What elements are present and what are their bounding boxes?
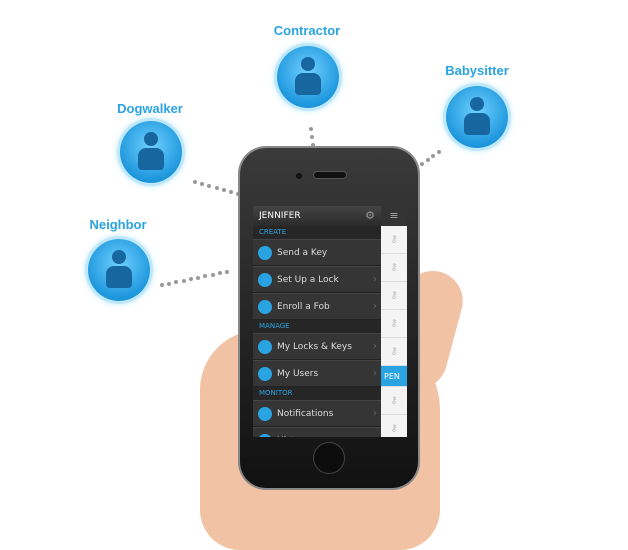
connector-dot bbox=[311, 143, 315, 147]
menu-item[interactable]: Notifications › bbox=[253, 400, 381, 427]
menu-item[interactable]: History › bbox=[253, 427, 381, 437]
key-icon[interactable]: ⚷ bbox=[381, 310, 407, 338]
gear-icon[interactable]: ⚙ bbox=[365, 206, 375, 226]
chevron-right-icon: › bbox=[373, 301, 377, 312]
key-icon[interactable]: ⚷ bbox=[381, 338, 407, 366]
role-label-dogwalker: Dogwalker bbox=[117, 101, 183, 116]
menu-item-label: History bbox=[277, 436, 309, 438]
connector-dot bbox=[225, 270, 229, 274]
connector-dot bbox=[420, 162, 424, 166]
menu-item[interactable]: Send a Key bbox=[253, 239, 381, 266]
contractor-avatar-icon[interactable] bbox=[277, 46, 339, 108]
role-label-babysitter: Babysitter bbox=[445, 63, 509, 78]
connector-dot bbox=[437, 150, 441, 154]
locks-keys-icon bbox=[258, 339, 272, 354]
chevron-right-icon: › bbox=[373, 408, 377, 419]
connector-dot bbox=[160, 283, 164, 287]
section-header: MANAGE bbox=[253, 320, 381, 333]
chevron-right-icon: › bbox=[373, 274, 377, 285]
connector-dot bbox=[203, 274, 208, 279]
connector-dot bbox=[431, 154, 436, 158]
role-label-neighbor: Neighbor bbox=[89, 217, 147, 232]
menu-item-label: My Locks & Keys bbox=[277, 341, 352, 352]
chevron-right-icon: › bbox=[373, 435, 377, 437]
connector-dot bbox=[228, 190, 233, 194]
key-icon bbox=[258, 245, 272, 260]
menu-item[interactable]: Set Up a Lock › bbox=[253, 266, 381, 293]
menu-item-label: My Users bbox=[277, 368, 319, 379]
key-icon[interactable]: ⚷ bbox=[381, 415, 407, 437]
connector-dot bbox=[193, 180, 197, 184]
menu-item[interactable]: My Locks & Keys › bbox=[253, 333, 381, 360]
connector-dot bbox=[425, 158, 430, 162]
connector-dot bbox=[196, 275, 201, 280]
lock-key-icon[interactable]: ⚷ bbox=[381, 226, 407, 254]
lock-icon bbox=[258, 272, 272, 287]
menu-item-label: Notifications bbox=[277, 408, 334, 419]
connector-dot bbox=[207, 184, 212, 188]
babysitter-avatar-icon[interactable] bbox=[446, 86, 508, 148]
app-screen: JENNIFER ⚙ CREATE Send a Key Set Up a Lock… bbox=[253, 206, 407, 437]
connector-dot bbox=[221, 188, 226, 192]
home-button[interactable] bbox=[314, 443, 344, 473]
chevron-right-icon: › bbox=[373, 368, 377, 379]
connector-dot bbox=[217, 271, 222, 276]
connector-dot bbox=[310, 135, 314, 139]
connector-dot bbox=[309, 127, 313, 131]
history-icon bbox=[258, 433, 272, 437]
section-header: MONITOR bbox=[253, 387, 381, 400]
chevron-right-icon: › bbox=[373, 341, 377, 352]
flag-icon bbox=[258, 406, 272, 421]
connector-dot bbox=[200, 182, 205, 186]
menu-item[interactable]: Enroll a Fob › bbox=[253, 293, 381, 320]
menu-item-label: Enroll a Fob bbox=[277, 301, 330, 312]
neighbor-avatar-icon[interactable] bbox=[88, 239, 150, 301]
hamburger-menu-icon[interactable]: ≡ bbox=[381, 206, 407, 226]
role-label-contractor: Contractor bbox=[273, 23, 341, 38]
fob-icon bbox=[258, 299, 272, 314]
connector-dot bbox=[181, 278, 186, 283]
connector-dot bbox=[167, 281, 172, 286]
lock-key-icon[interactable]: ⚷ bbox=[381, 254, 407, 282]
connector-dot bbox=[188, 277, 193, 282]
lock-key-icon[interactable]: ⚷ bbox=[381, 282, 407, 310]
dogwalker-avatar-icon[interactable] bbox=[120, 121, 182, 183]
connector-dot bbox=[214, 186, 219, 190]
menu-item[interactable]: My Users › bbox=[253, 360, 381, 387]
lock-key-icon[interactable]: ⚷ bbox=[381, 387, 407, 415]
user-name: JENNIFER bbox=[259, 211, 301, 221]
pending-badge[interactable]: PEN bbox=[381, 366, 407, 387]
section-header: CREATE bbox=[253, 226, 381, 239]
user-icon bbox=[258, 366, 272, 381]
menu-item-label: Send a Key bbox=[277, 247, 328, 258]
connector-dot bbox=[210, 272, 215, 277]
menu-item-label: Set Up a Lock bbox=[277, 274, 339, 285]
connector-dot bbox=[174, 280, 179, 285]
